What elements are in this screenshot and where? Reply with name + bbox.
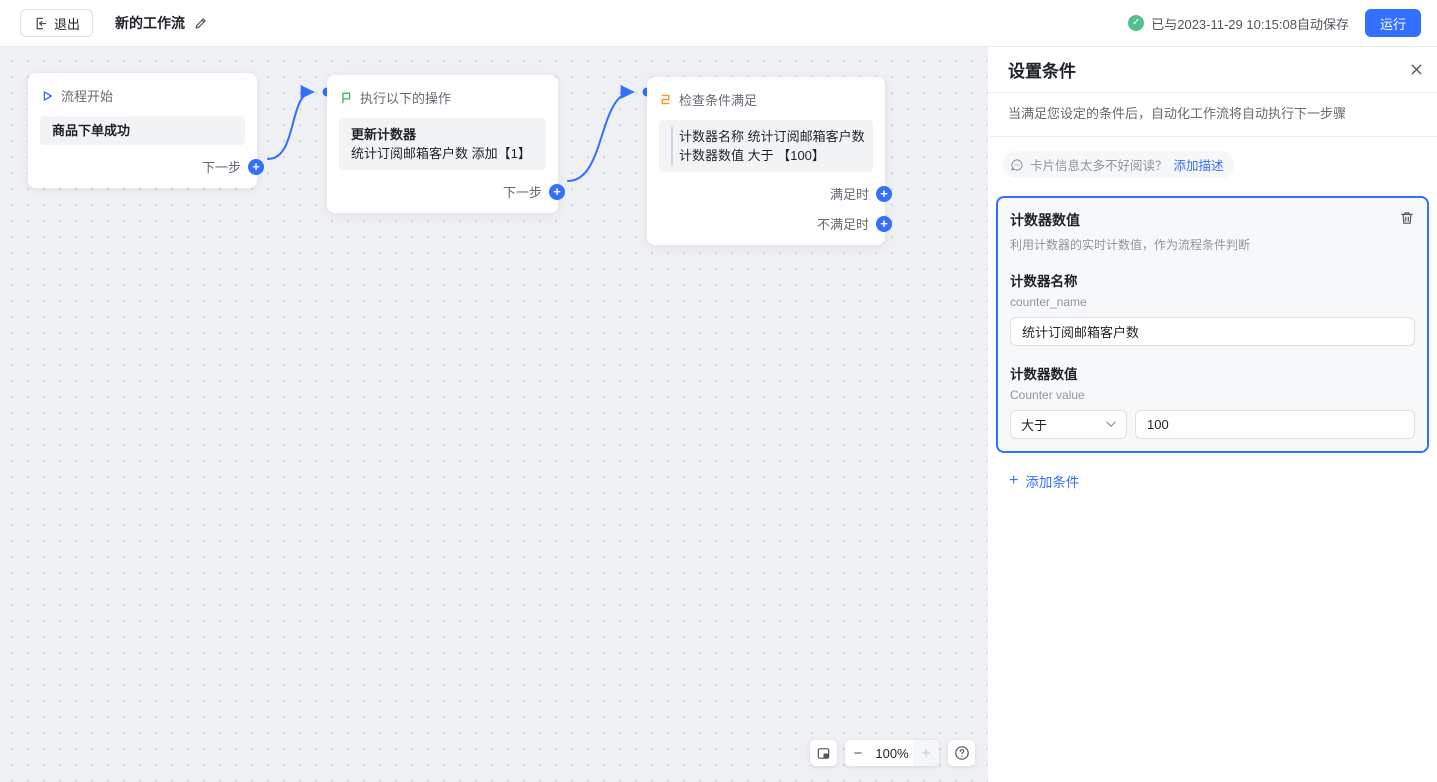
panel-title: 设置条件 xyxy=(1008,62,1076,81)
node-condition[interactable]: 检查条件满足 计数器名称 统计订阅邮箱客户数 计数器数值 大于 【100】 满足… xyxy=(647,77,892,245)
counter-name-input[interactable] xyxy=(1010,317,1415,346)
counter-value-key: Counter value xyxy=(1010,388,1085,402)
next-step-label: 下一步 xyxy=(201,160,241,175)
on-false-label: 不满足时 xyxy=(816,217,869,232)
on-true-label: 满足时 xyxy=(829,187,869,202)
node-flow-start[interactable]: 流程开始 商品下单成功 下一步 + xyxy=(28,73,264,188)
exit-button[interactable]: 退出 xyxy=(20,9,94,37)
pencil-icon xyxy=(195,17,206,29)
help-button[interactable] xyxy=(948,740,975,766)
autosave-status: ✓ 已与2023-11-29 10:15:08自动保存 xyxy=(1128,14,1349,33)
run-button[interactable]: 运行 xyxy=(1364,9,1421,37)
zoom-out-button[interactable]: − xyxy=(845,740,871,766)
edit-title-button[interactable] xyxy=(193,16,208,31)
workflow-title-group: 新的工作流 xyxy=(115,13,208,33)
counter-value-input[interactable] xyxy=(1135,410,1415,439)
node-body: 商品下单成功 xyxy=(40,116,245,145)
zoom-in-button[interactable]: + xyxy=(913,740,939,766)
node-header-label: 检查条件满足 xyxy=(679,93,758,108)
delete-condition-button[interactable] xyxy=(1399,210,1415,226)
close-panel-button[interactable] xyxy=(1409,62,1424,77)
workflow-canvas[interactable]: 流程开始 商品下单成功 下一步 + 执行以下的操作 更新计数器 统计订阅邮箱客户… xyxy=(0,47,988,782)
node-body: 计数器名称 统计订阅邮箱客户数 计数器数值 大于 【100】 xyxy=(659,120,873,172)
close-icon xyxy=(1411,64,1422,75)
branch-icon xyxy=(661,94,670,105)
settings-panel: 设置条件 当满足您设定的条件后，自动化工作流将自动执行下一步骤 卡片信息太多不好… xyxy=(988,47,1437,782)
condition-card-title: 计数器数值 xyxy=(1010,212,1080,228)
add-description-link[interactable]: 添加描述 xyxy=(1174,155,1224,174)
plus-icon: + xyxy=(1009,471,1019,489)
autosave-text: 已与2023-11-29 10:15:08自动保存 xyxy=(1151,16,1349,32)
node-body: 更新计数器 统计订阅邮箱客户数 添加【1】 xyxy=(339,118,546,170)
fit-view-icon xyxy=(817,747,830,759)
exit-icon xyxy=(33,16,48,31)
fit-view-button[interactable] xyxy=(810,740,837,766)
counter-value-label: 计数器数值 xyxy=(1010,367,1078,382)
workflow-editor-app: 退出 新的工作流 ✓ 已与2023-11-29 10:15:08自动保存 运行 xyxy=(0,0,1437,782)
node-header-label: 执行以下的操作 xyxy=(360,91,452,106)
flag-icon xyxy=(342,92,351,103)
operator-select[interactable]: 大于 xyxy=(1010,410,1127,439)
condition-card-subtitle: 利用计数器的实时计数值，作为流程条件判断 xyxy=(1010,238,1251,252)
counter-name-key: counter_name xyxy=(1010,295,1087,309)
add-on-true-button[interactable]: + xyxy=(876,185,892,202)
check-circle-icon: ✓ xyxy=(1128,15,1145,31)
comment-icon xyxy=(1011,158,1023,171)
add-next-step-button[interactable]: + xyxy=(549,183,565,200)
node-action[interactable]: 执行以下的操作 更新计数器 统计订阅邮箱客户数 添加【1】 下一步 + xyxy=(327,75,565,213)
add-condition-button[interactable]: + 添加条件 xyxy=(1009,471,1079,491)
hint-pill: 卡片信息太多不好阅读？ 添加描述 xyxy=(1003,151,1234,178)
chevron-down-icon xyxy=(1106,421,1116,427)
operator-value: 大于 xyxy=(1021,418,1048,433)
panel-description: 当满足您设定的条件后，自动化工作流将自动执行下一步骤 xyxy=(988,93,1437,137)
next-step-label: 下一步 xyxy=(502,185,542,200)
add-condition-label: 添加条件 xyxy=(1025,475,1080,490)
add-next-step-button[interactable]: + xyxy=(248,158,264,175)
workflow-title: 新的工作流 xyxy=(115,15,186,31)
top-bar: 退出 新的工作流 ✓ 已与2023-11-29 10:15:08自动保存 运行 xyxy=(0,0,1437,47)
zoom-level: 100% xyxy=(875,745,909,761)
hint-question: 卡片信息太多不好阅读？ xyxy=(1030,159,1168,173)
node-header-label: 流程开始 xyxy=(61,89,114,104)
trash-icon xyxy=(1401,212,1413,224)
condition-card[interactable]: 计数器数值 利用计数器的实时计数值，作为流程条件判断 计数器名称 counter… xyxy=(996,196,1429,453)
play-icon xyxy=(43,90,53,101)
counter-name-label: 计数器名称 xyxy=(1010,274,1078,289)
zoom-controls: − 100% + xyxy=(845,740,939,766)
help-icon xyxy=(954,746,969,760)
exit-label: 退出 xyxy=(54,16,81,32)
add-on-false-button[interactable]: + xyxy=(876,215,892,232)
